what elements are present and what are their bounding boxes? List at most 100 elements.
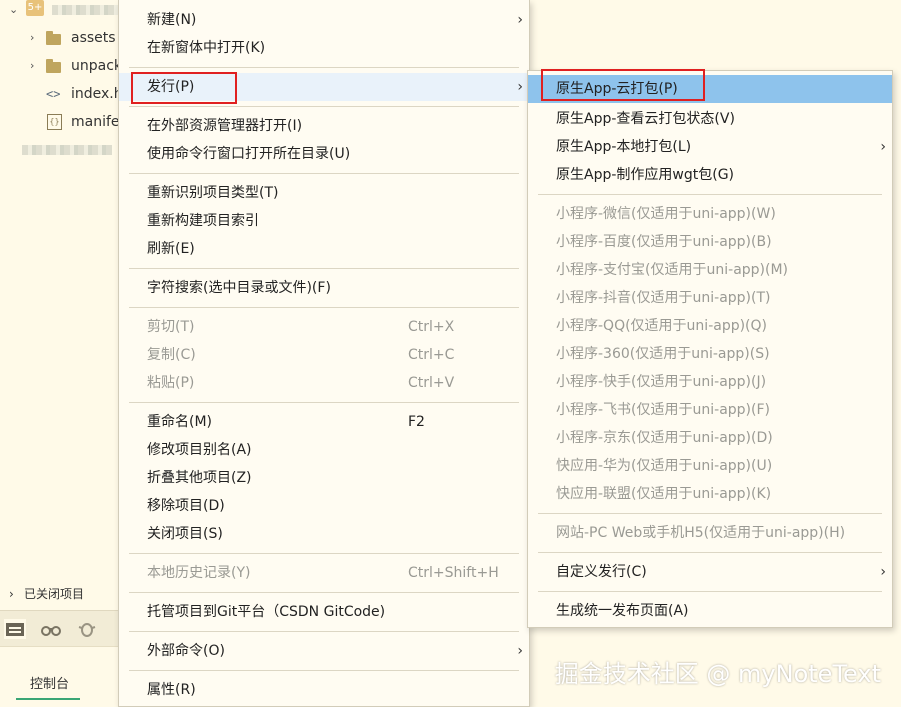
menu-item-label: 重新构建项目索引 xyxy=(147,213,259,229)
tree-item-label: index.h xyxy=(71,86,123,102)
menu-item-label: 粘贴(P) xyxy=(147,375,195,391)
submenu-item-mp-feishu[interactable]: 小程序-飞书(仅适用于uni-app)(F) xyxy=(528,396,892,424)
submenu-item-mp-alipay[interactable]: 小程序-支付宝(仅适用于uni-app)(M) xyxy=(528,256,892,284)
bug-icon xyxy=(78,623,96,637)
menu-item-label: 小程序-360(仅适用于uni-app)(S) xyxy=(556,346,770,362)
tree-item-assets[interactable]: › assets xyxy=(0,24,120,52)
menu-item-properties[interactable]: 属性(R) xyxy=(119,676,529,704)
menu-item-label: 在新窗体中打开(K) xyxy=(147,40,266,56)
menu-item-shortcut: Ctrl+V xyxy=(408,375,455,391)
menu-item-copy[interactable]: 复制(C) Ctrl+C xyxy=(119,341,529,369)
tree-item-label: manife xyxy=(71,114,120,130)
submenu-item-web-h5[interactable]: 网站-PC Web或手机H5(仅适用于uni-app)(H) xyxy=(528,519,892,547)
chevron-down-icon[interactable]: ⌄ xyxy=(9,0,18,24)
console-tab[interactable]: 控制台 xyxy=(30,673,69,692)
menu-item-label: 网站-PC Web或手机H5(仅适用于uni-app)(H) xyxy=(556,525,846,541)
menu-item-open-new-window[interactable]: 在新窗体中打开(K) xyxy=(119,34,529,62)
tree-item-blurred[interactable] xyxy=(0,136,120,164)
project-tree: ⌄ 5+ › assets › unpack <> index.h {} man… xyxy=(0,0,123,707)
tree-item-label: unpack xyxy=(71,58,123,74)
submenu-item-quickapp-union[interactable]: 快应用-联盟(仅适用于uni-app)(K) xyxy=(528,480,892,508)
menu-item-label: 重命名(M) xyxy=(147,414,213,430)
menu-item-publish[interactable]: 发行(P) › xyxy=(119,73,529,101)
menu-item-close-project[interactable]: 关闭项目(S) xyxy=(119,520,529,548)
menu-item-label: 原生App-查看云打包状态(V) xyxy=(556,111,735,127)
menu-item-shortcut: Ctrl+Shift+H xyxy=(408,565,499,581)
chevron-right-icon: › xyxy=(517,79,523,95)
submenu-item-quickapp-huawei[interactable]: 快应用-华为(仅适用于uni-app)(U) xyxy=(528,452,892,480)
menu-item-label: 小程序-百度(仅适用于uni-app)(B) xyxy=(556,234,772,250)
menu-item-reidentify[interactable]: 重新识别项目类型(T) xyxy=(119,179,529,207)
binoculars-tab[interactable] xyxy=(40,619,62,639)
menu-item-local-history[interactable]: 本地历史记录(Y) Ctrl+Shift+H xyxy=(119,559,529,587)
debug-tab[interactable] xyxy=(76,619,98,639)
menu-item-label: 在外部资源管理器打开(I) xyxy=(147,118,303,134)
submenu-item-local-pack[interactable]: 原生App-本地打包(L) › xyxy=(528,133,892,161)
menu-item-label: 使用命令行窗口打开所在目录(U) xyxy=(147,146,351,162)
menu-item-label: 重新识别项目类型(T) xyxy=(147,185,279,201)
chevron-right-icon[interactable]: › xyxy=(30,24,34,52)
menu-item-new[interactable]: 新建(N) › xyxy=(119,6,529,34)
menu-item-paste[interactable]: 粘贴(P) Ctrl+V xyxy=(119,369,529,397)
menu-separator xyxy=(129,67,519,68)
tree-root-row[interactable]: ⌄ 5+ xyxy=(0,0,120,24)
submenu-item-mp-360[interactable]: 小程序-360(仅适用于uni-app)(S) xyxy=(528,340,892,368)
submenu-item-mp-jd[interactable]: 小程序-京东(仅适用于uni-app)(D) xyxy=(528,424,892,452)
menu-separator xyxy=(129,631,519,632)
menu-item-collapse-others[interactable]: 折叠其他项目(Z) xyxy=(119,464,529,492)
chevron-right-icon: › xyxy=(517,12,523,28)
menu-item-label: 外部命令(O) xyxy=(147,643,225,659)
console-panel: 控制台 xyxy=(0,646,120,707)
submenu-item-cloud-status[interactable]: 原生App-查看云打包状态(V) xyxy=(528,105,892,133)
menu-item-alias[interactable]: 修改项目别名(A) xyxy=(119,436,529,464)
menu-item-open-explorer[interactable]: 在外部资源管理器打开(I) xyxy=(119,112,529,140)
menu-separator xyxy=(129,307,519,308)
menu-item-cut[interactable]: 剪切(T) Ctrl+X xyxy=(119,313,529,341)
menu-item-label: 小程序-支付宝(仅适用于uni-app)(M) xyxy=(556,262,789,278)
blurred-project-name xyxy=(52,5,118,15)
menu-item-external-commands[interactable]: 外部命令(O) › xyxy=(119,637,529,665)
menu-separator xyxy=(538,194,882,195)
submenu-item-mp-kuaishou[interactable]: 小程序-快手(仅适用于uni-app)(J) xyxy=(528,368,892,396)
menu-item-shortcut: F2 xyxy=(408,414,425,430)
submenu-item-cloud-pack[interactable]: 原生App-云打包(P) xyxy=(528,75,892,103)
menu-item-remove-project[interactable]: 移除项目(D) xyxy=(119,492,529,520)
tree-item-label: assets xyxy=(71,30,116,46)
menu-item-label: 本地历史记录(Y) xyxy=(147,565,251,581)
menu-item-char-search[interactable]: 字符搜索(选中目录或文件)(F) xyxy=(119,274,529,302)
menu-item-label: 字符搜索(选中目录或文件)(F) xyxy=(147,280,331,296)
menu-item-rename[interactable]: 重命名(M) F2 xyxy=(119,408,529,436)
menu-separator xyxy=(538,513,882,514)
submenu-item-mp-baidu[interactable]: 小程序-百度(仅适用于uni-app)(B) xyxy=(528,228,892,256)
binoculars-icon xyxy=(41,626,61,636)
tree-item-manifest[interactable]: {} manife xyxy=(0,108,120,136)
context-menu: 新建(N) › 在新窗体中打开(K) 发行(P) › 在外部资源管理器打开(I)… xyxy=(118,0,530,707)
menu-separator xyxy=(538,552,882,553)
code-file-icon: <> xyxy=(46,87,61,101)
submenu-item-mp-wechat[interactable]: 小程序-微信(仅适用于uni-app)(W) xyxy=(528,200,892,228)
menu-item-shortcut: Ctrl+X xyxy=(408,319,455,335)
menu-item-label: 原生App-制作应用wgt包(G) xyxy=(556,167,735,183)
menu-item-label: 移除项目(D) xyxy=(147,498,225,514)
menu-item-open-terminal[interactable]: 使用命令行窗口打开所在目录(U) xyxy=(119,140,529,168)
menu-item-shortcut: Ctrl+C xyxy=(408,347,455,363)
tree-item-index[interactable]: <> index.h xyxy=(0,80,123,108)
chevron-right-icon[interactable]: › xyxy=(9,583,14,605)
submenu-item-publish-page[interactable]: 生成统一发布页面(A) xyxy=(528,597,892,625)
chevron-right-icon: › xyxy=(880,139,886,155)
menu-item-label: 原生App-云打包(P) xyxy=(556,81,678,97)
submenu-item-mp-douyin[interactable]: 小程序-抖音(仅适用于uni-app)(T) xyxy=(528,284,892,312)
submenu-item-custom-publish[interactable]: 自定义发行(C) › xyxy=(528,558,892,586)
submenu-item-wgt[interactable]: 原生App-制作应用wgt包(G) xyxy=(528,161,892,189)
menu-item-git-host[interactable]: 托管项目到Git平台（CSDN GitCode) xyxy=(119,598,529,626)
menu-item-refresh[interactable]: 刷新(E) xyxy=(119,235,529,263)
menu-separator xyxy=(129,173,519,174)
tree-item-unpack[interactable]: › unpack xyxy=(0,52,123,80)
menu-item-label: 修改项目别名(A) xyxy=(147,442,252,458)
project-manager-tab[interactable] xyxy=(4,619,26,639)
submenu-item-mp-qq[interactable]: 小程序-QQ(仅适用于uni-app)(Q) xyxy=(528,312,892,340)
json-file-icon: {} xyxy=(47,114,62,130)
menu-item-rebuild-index[interactable]: 重新构建项目索引 xyxy=(119,207,529,235)
menu-item-label: 小程序-飞书(仅适用于uni-app)(F) xyxy=(556,402,770,418)
chevron-right-icon[interactable]: › xyxy=(30,52,34,80)
